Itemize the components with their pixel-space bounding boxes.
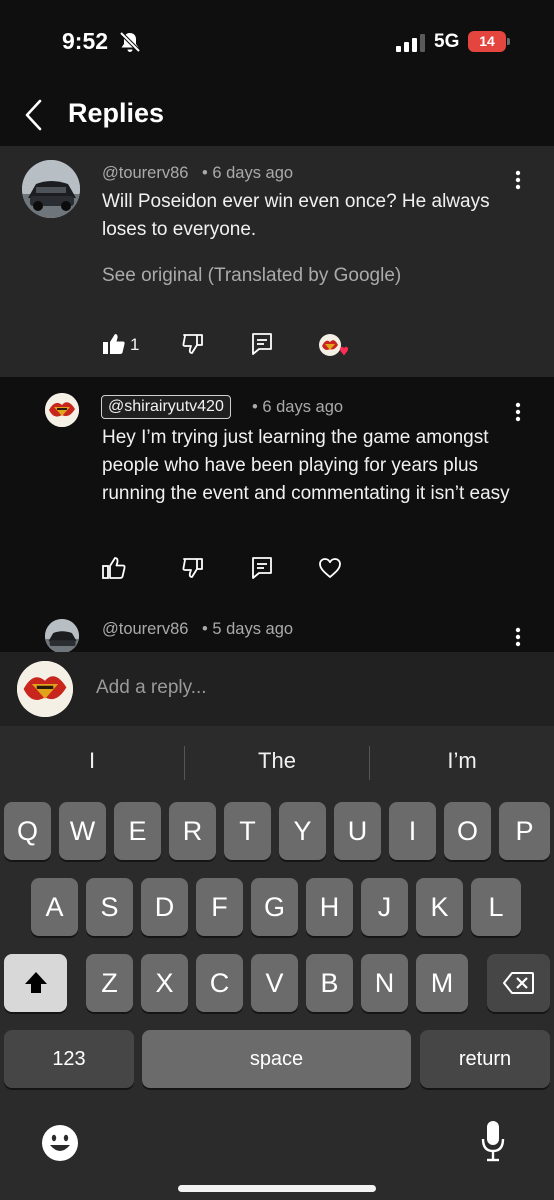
return-key[interactable]: return: [420, 1030, 550, 1088]
header: Replies: [0, 90, 554, 146]
back-arrow-icon[interactable]: [22, 98, 46, 132]
reply-text: Hey I’m trying just learning the game am…: [102, 427, 510, 504]
key-v[interactable]: V: [251, 954, 298, 1012]
key-g[interactable]: G: [251, 878, 298, 936]
suggestion-2[interactable]: The: [185, 748, 369, 774]
shift-key[interactable]: [4, 954, 67, 1012]
avatar[interactable]: [45, 393, 79, 427]
signal-icon: [396, 34, 425, 52]
reply-handle[interactable]: @tourerv86: [102, 620, 188, 639]
reply-input[interactable]: Add a reply...: [96, 677, 207, 699]
battery-level: 14: [468, 31, 506, 52]
reply-comment-icon[interactable]: [249, 331, 275, 357]
key-w[interactable]: W: [59, 802, 106, 860]
key-u[interactable]: U: [334, 802, 381, 860]
logo-avatar-image: [17, 661, 73, 717]
key-t[interactable]: T: [224, 802, 271, 860]
user-avatar: [17, 661, 73, 717]
key-f[interactable]: F: [196, 878, 243, 936]
status-bar: 9:52 5G 14: [0, 0, 554, 90]
reply-input-bar: Add a reply...: [0, 652, 554, 726]
logo-avatar-image: [45, 393, 79, 427]
key-q[interactable]: Q: [4, 802, 51, 860]
page-title: Replies: [68, 98, 165, 128]
comment-handle[interactable]: @tourerv86: [102, 164, 188, 183]
dislike-icon[interactable]: [180, 331, 206, 357]
status-time: 9:52: [62, 28, 109, 54]
battery-tip: [507, 38, 510, 45]
reply-age: • 6 days ago: [252, 398, 344, 416]
shift-arrow-icon: [24, 972, 47, 993]
space-key[interactable]: space: [142, 1030, 411, 1088]
key-z[interactable]: Z: [86, 954, 133, 1012]
key-m[interactable]: M: [416, 954, 468, 1012]
reply-item: @tourerv86 • 5 days ago: [0, 617, 554, 652]
key-d[interactable]: D: [141, 878, 188, 936]
emoji-icon[interactable]: [40, 1123, 80, 1163]
keyboard: I The I’m Q W E R T Y U I O P A S D F G …: [0, 726, 554, 1200]
car-avatar-image: [22, 160, 80, 218]
like-count: 1: [130, 335, 140, 354]
more-vertical-icon[interactable]: [515, 170, 521, 190]
key-h[interactable]: H: [306, 878, 353, 936]
key-i[interactable]: I: [389, 802, 436, 860]
bell-slash-icon: [119, 31, 141, 53]
key-n[interactable]: N: [361, 954, 408, 1012]
reply-handle-chip[interactable]: @shirairyutv420: [101, 395, 231, 419]
home-indicator[interactable]: [178, 1185, 376, 1192]
key-k[interactable]: K: [416, 878, 463, 936]
creator-heart-icon: [318, 333, 348, 359]
replies-list: @shirairyutv420 • 6 days ago Hey I’m try…: [0, 377, 554, 652]
key-x[interactable]: X: [141, 954, 188, 1012]
battery-indicator: 14: [468, 31, 510, 52]
comment-age: • 6 days ago: [202, 164, 294, 182]
key-o[interactable]: O: [444, 802, 491, 860]
reply-item: @shirairyutv420 • 6 days ago Hey I’m try…: [0, 377, 554, 617]
comment-text: Will Poseidon ever win even once? He alw…: [102, 191, 490, 240]
heart-icon[interactable]: [317, 555, 343, 581]
key-p[interactable]: P: [499, 802, 550, 860]
network-label: 5G: [434, 31, 460, 52]
reply-comment-icon[interactable]: [249, 555, 275, 581]
avatar[interactable]: [45, 619, 79, 652]
suggestion-3[interactable]: I’m: [370, 748, 554, 774]
dislike-icon[interactable]: [180, 555, 206, 581]
see-original-link[interactable]: See original (Translated by Google): [102, 265, 401, 287]
key-r[interactable]: R: [169, 802, 216, 860]
numbers-key[interactable]: 123: [4, 1030, 134, 1088]
car-avatar-image: [45, 619, 79, 652]
more-vertical-icon[interactable]: [515, 627, 521, 647]
parent-comment: @tourerv86 • 6 days ago Will Poseidon ev…: [0, 146, 554, 377]
like-icon[interactable]: [101, 555, 127, 581]
key-j[interactable]: J: [361, 878, 408, 936]
avatar[interactable]: [22, 160, 80, 218]
key-b[interactable]: B: [306, 954, 353, 1012]
reply-age: • 5 days ago: [202, 620, 294, 638]
key-s[interactable]: S: [86, 878, 133, 936]
key-e[interactable]: E: [114, 802, 161, 860]
backspace-icon: [502, 972, 534, 994]
backspace-key[interactable]: [487, 954, 550, 1012]
key-a[interactable]: A: [31, 878, 78, 936]
key-c[interactable]: C: [196, 954, 243, 1012]
key-l[interactable]: L: [471, 878, 521, 936]
like-filled-icon[interactable]: [101, 331, 127, 357]
more-vertical-icon[interactable]: [515, 402, 521, 422]
microphone-icon[interactable]: [480, 1119, 506, 1163]
key-y[interactable]: Y: [279, 802, 326, 860]
suggestion-1[interactable]: I: [0, 748, 184, 774]
